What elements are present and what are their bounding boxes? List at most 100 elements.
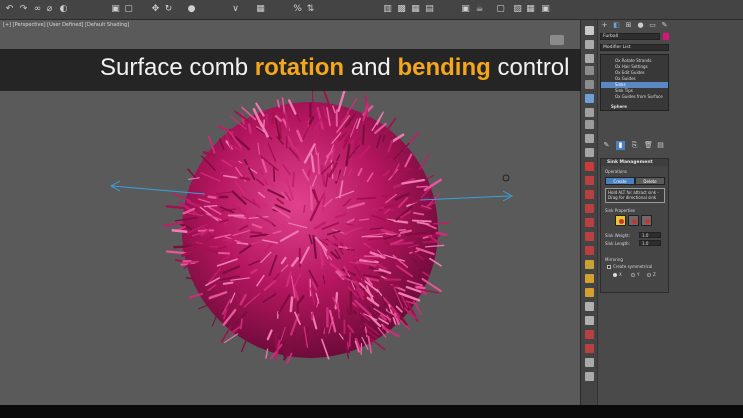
- create-sink-button[interactable]: Create: [605, 177, 635, 185]
- sink-type-direction-button[interactable]: [641, 215, 652, 226]
- modify-tool-icon[interactable]: [585, 40, 594, 49]
- link-icon[interactable]: ∞: [32, 4, 43, 15]
- object-name-field[interactable]: Furball: [600, 33, 660, 40]
- scale-icon[interactable]: ●: [186, 4, 197, 15]
- render-prod-icon[interactable]: ▣: [460, 4, 471, 15]
- fur-strand: [372, 284, 382, 288]
- fur-strand: [207, 195, 217, 199]
- sink-type-attract-button[interactable]: [615, 215, 626, 226]
- panel-icon[interactable]: ▣: [540, 4, 551, 15]
- cache-tool-icon[interactable]: [585, 288, 594, 297]
- render-icon[interactable]: ▦: [410, 4, 421, 15]
- banner-text-1: Surface comb: [100, 54, 255, 81]
- remove-modifier-icon[interactable]: 🗑: [644, 141, 653, 150]
- scatter-tool-icon[interactable]: [585, 358, 594, 367]
- window-icon[interactable]: ▢: [495, 4, 506, 15]
- make-unique-icon[interactable]: ⎘: [630, 141, 639, 150]
- modifier-list-dropdown[interactable]: Modifier List: [600, 44, 669, 51]
- hair-tool-icon[interactable]: [585, 330, 594, 339]
- percent-snap-icon[interactable]: %: [292, 4, 303, 15]
- fur-strand: [412, 300, 422, 315]
- axis-z-radio[interactable]: [647, 273, 651, 277]
- mirroring-label: Mirroring: [605, 257, 623, 262]
- sink-hint-text: Hold ALT for attract sink - Drag for dir…: [608, 190, 659, 200]
- create-tool-icon[interactable]: [585, 26, 594, 35]
- sink-tool-icon[interactable]: [585, 162, 594, 171]
- angle-snap-icon[interactable]: ▦: [255, 4, 266, 15]
- fur-strand: [292, 171, 295, 188]
- motion-tool-icon[interactable]: [585, 66, 594, 75]
- clump-tool-icon[interactable]: [585, 204, 594, 213]
- tab-motion[interactable]: ●: [636, 21, 645, 30]
- object-color-swatch[interactable]: [663, 33, 669, 40]
- fur-strand: [185, 277, 195, 280]
- banner-highlight-bending: bending: [397, 54, 491, 81]
- tab-hierarchy[interactable]: ⊞: [624, 21, 633, 30]
- snap-icon[interactable]: ∨: [230, 4, 241, 15]
- bind-icon[interactable]: ◐: [58, 4, 69, 15]
- axis-x-label: X: [619, 272, 622, 277]
- sink-type-repel-button[interactable]: [628, 215, 639, 226]
- modifier-stack[interactable]: Ox Rotate Strands Ox Hair Settings Ox Ed…: [600, 54, 669, 111]
- render-frame-icon[interactable]: ▤: [424, 4, 435, 15]
- export-tool-icon[interactable]: [585, 302, 594, 311]
- select-icon[interactable]: ▣: [110, 4, 121, 15]
- sink-weight-spinner[interactable]: 1.0: [639, 232, 661, 238]
- tab-modify[interactable]: ◧: [612, 21, 621, 30]
- fur-strand: [162, 221, 184, 227]
- main-toolbar: ↶ ↷ ∞ ⌀ ◐ ▣ ▢ ✥ ↻ ● ∨ ▦ % ⇅ ▥ ▩ ▦ ▤ ▣ ☕ …: [0, 0, 743, 20]
- display-tool-icon[interactable]: [585, 80, 594, 89]
- length-tool-icon[interactable]: [585, 218, 594, 227]
- frizz-tool-icon[interactable]: [585, 190, 594, 199]
- fur-strand: [307, 169, 311, 178]
- spinner-snap-icon[interactable]: ⇅: [305, 4, 316, 15]
- render-tool-icon[interactable]: [585, 274, 594, 283]
- fur-strand: [425, 174, 435, 181]
- teapot-icon[interactable]: ☕: [474, 4, 485, 15]
- render-setup-icon[interactable]: ▥: [382, 4, 393, 15]
- fur-strand: [356, 304, 359, 318]
- fur-strand: [271, 112, 275, 125]
- rotate-icon[interactable]: ↻: [163, 4, 174, 15]
- utility-tool-icon[interactable]: [585, 94, 594, 103]
- configure-sets-icon[interactable]: ▤: [656, 141, 665, 150]
- hierarchy-tool-icon[interactable]: [585, 54, 594, 63]
- tab-utilities[interactable]: ✎: [660, 21, 669, 30]
- select-region-icon[interactable]: ▢: [123, 4, 134, 15]
- brush-tool-icon[interactable]: [585, 108, 594, 117]
- redo-icon[interactable]: ↷: [18, 4, 29, 15]
- modifier-base-object[interactable]: Sphere: [601, 104, 668, 110]
- move-icon[interactable]: ✥: [150, 4, 161, 15]
- axis-y-label: Y: [637, 272, 640, 277]
- axis-y-radio[interactable]: [631, 273, 635, 277]
- physics-tool-icon[interactable]: [585, 344, 594, 353]
- fur-strand: [217, 251, 231, 255]
- tab-display[interactable]: ▭: [648, 21, 657, 30]
- settings-tool-icon[interactable]: [585, 372, 594, 381]
- rollout-title[interactable]: Sink Management: [601, 159, 668, 166]
- fur-strand: [276, 99, 280, 108]
- unlink-icon[interactable]: ⌀: [44, 4, 55, 15]
- axis-x-radio[interactable]: [613, 273, 617, 277]
- curl-tool-icon[interactable]: [585, 176, 594, 185]
- gravity-tool-icon[interactable]: [585, 232, 594, 241]
- operations-label: Operations: [605, 169, 627, 174]
- create-symmetrical-checkbox[interactable]: [607, 265, 611, 269]
- material-editor-icon[interactable]: ▩: [396, 4, 407, 15]
- layout-icon[interactable]: ▨: [512, 4, 523, 15]
- undo-icon[interactable]: ↶: [4, 4, 15, 15]
- wind-tool-icon[interactable]: [585, 260, 594, 269]
- strands-tool-icon[interactable]: [585, 148, 594, 157]
- tab-create[interactable]: +: [600, 21, 609, 30]
- show-end-result-icon[interactable]: ▮: [616, 141, 625, 150]
- grid-icon[interactable]: ▦: [525, 4, 536, 15]
- pin-stack-icon[interactable]: ✎: [602, 141, 611, 150]
- fur-strand: [265, 348, 269, 359]
- sink-length-spinner[interactable]: 1.0: [639, 240, 661, 246]
- fur-strand: [415, 285, 426, 290]
- comb-tool-icon[interactable]: [585, 120, 594, 129]
- guides-tool-icon[interactable]: [585, 134, 594, 143]
- delete-sink-button[interactable]: Delete: [635, 177, 665, 185]
- mesh-tool-icon[interactable]: [585, 246, 594, 255]
- import-tool-icon[interactable]: [585, 316, 594, 325]
